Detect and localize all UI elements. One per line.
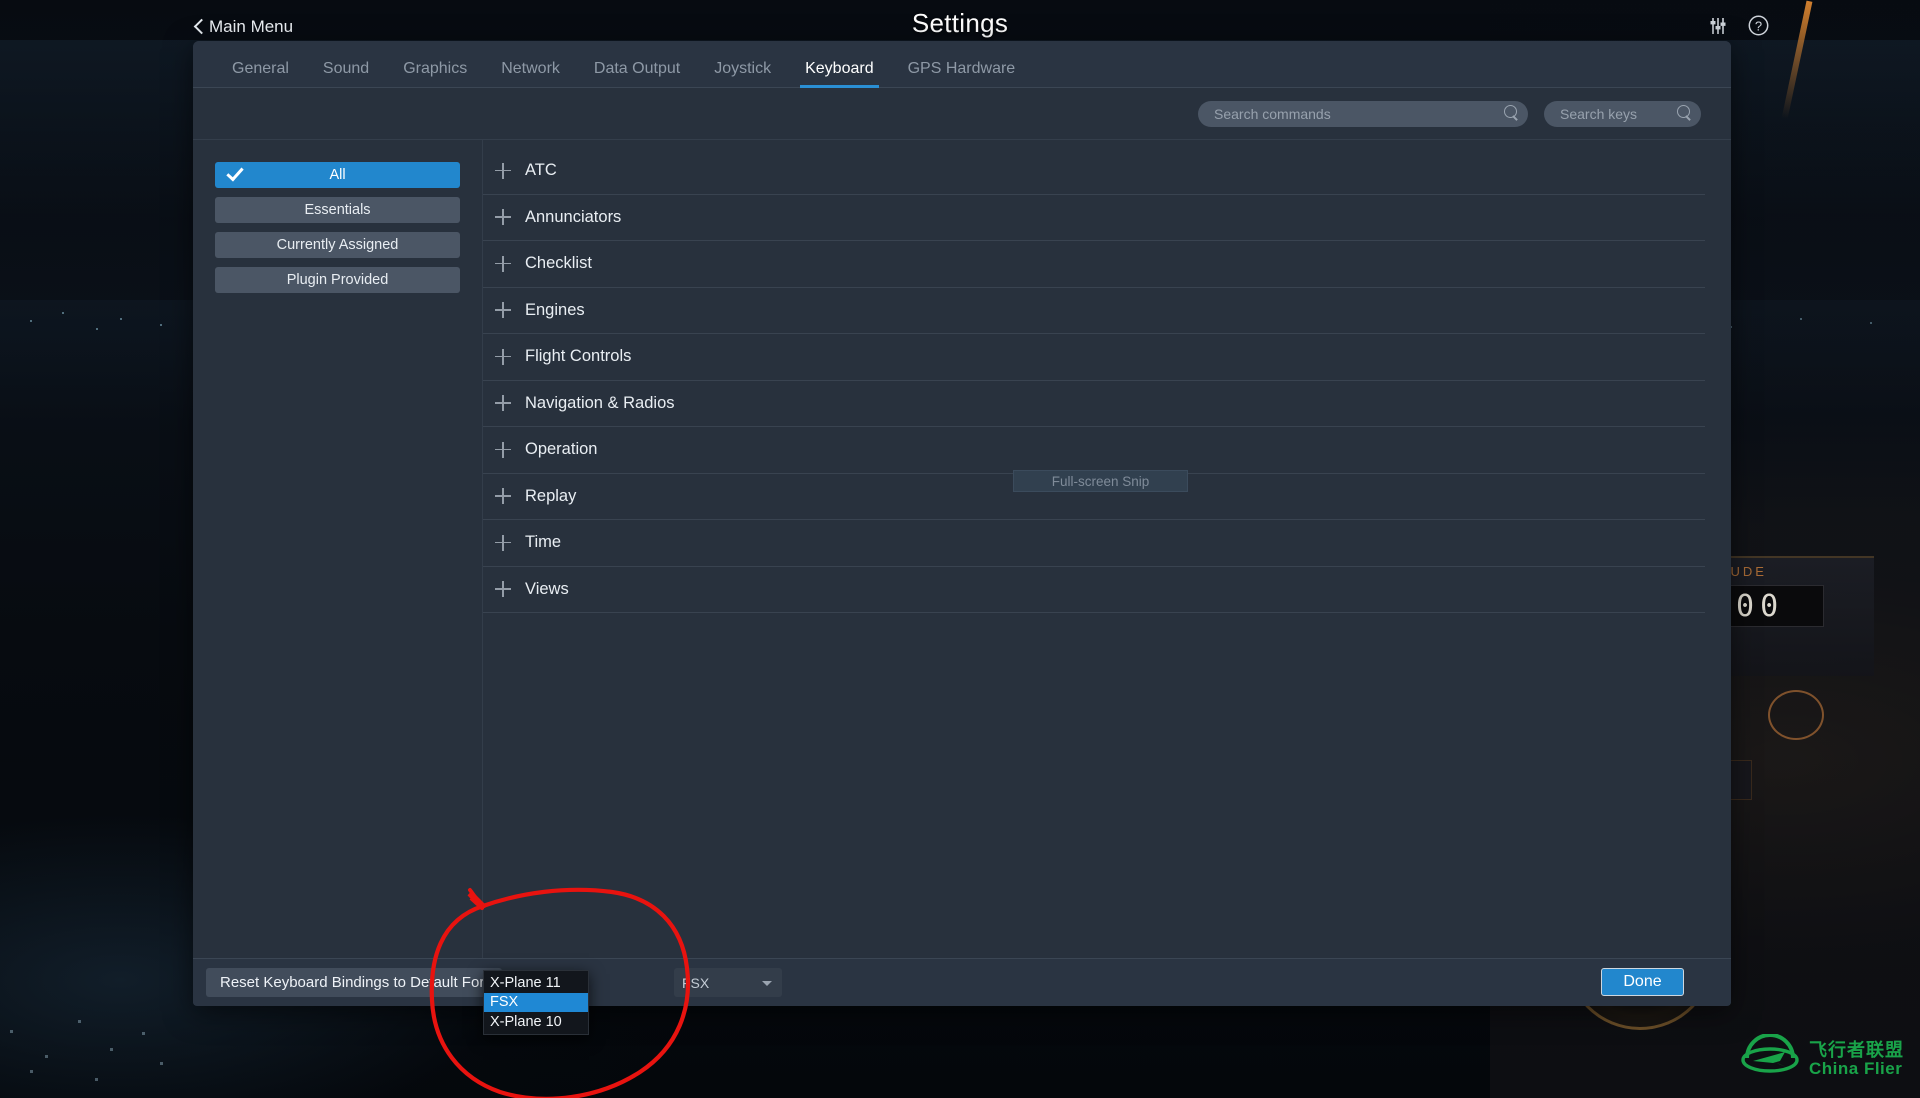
reset-target-value: FSX: [682, 974, 710, 991]
category-row-operation[interactable]: Operation: [483, 427, 1705, 474]
filter-sidebar: All Essentials Currently Assigned Plugin…: [193, 140, 483, 958]
category-label: Flight Controls: [525, 347, 632, 366]
search-keys-input[interactable]: Search keys: [1544, 100, 1701, 127]
category-row-checklist[interactable]: Checklist: [483, 241, 1705, 288]
reset-target-dropdown[interactable]: FSX: [674, 968, 782, 997]
category-row-annunciators[interactable]: Annunciators: [483, 195, 1705, 241]
category-row-time[interactable]: Time: [483, 520, 1705, 567]
chevron-down-icon: [762, 981, 772, 986]
filter-all[interactable]: All: [215, 162, 460, 188]
category-label: Checklist: [525, 254, 592, 273]
command-category-list: ATC Annunciators Checklist Engines Fligh…: [483, 140, 1731, 958]
reset-keyboard-bindings-button[interactable]: Reset Keyboard Bindings to Default For:: [206, 968, 503, 997]
category-row-atc[interactable]: ATC: [483, 148, 1705, 195]
settings-body: All Essentials Currently Assigned Plugin…: [193, 140, 1731, 958]
category-label: ATC: [525, 161, 557, 180]
category-label: Operation: [525, 440, 598, 459]
plus-icon[interactable]: [495, 441, 511, 458]
search-commands-input[interactable]: Search commands: [1198, 100, 1528, 127]
category-label: Navigation & Radios: [525, 393, 675, 412]
watermark-cn: 飞行者联盟: [1809, 1039, 1904, 1060]
category-row-navigation-radios[interactable]: Navigation & Radios: [483, 381, 1705, 427]
category-label: Annunciators: [525, 207, 622, 226]
plus-icon[interactable]: [495, 581, 511, 598]
settings-footer: Reset Keyboard Bindings to Default For: …: [193, 958, 1731, 1005]
category-row-flight-controls[interactable]: Flight Controls: [483, 334, 1705, 381]
dropdown-option-fsx[interactable]: FSX: [484, 992, 588, 1012]
tab-keyboard[interactable]: Keyboard: [788, 60, 891, 88]
help-icon[interactable]: ?: [1747, 14, 1770, 42]
category-label: Replay: [525, 486, 577, 505]
check-icon: [226, 163, 244, 182]
reset-target-dropdown-menu[interactable]: X-Plane 11 FSX X-Plane 10: [483, 970, 589, 1035]
dropdown-option-xplane-10[interactable]: X-Plane 10: [484, 1012, 588, 1032]
tab-data-output[interactable]: Data Output: [577, 60, 697, 87]
filter-essentials[interactable]: Essentials: [215, 197, 460, 223]
search-commands-placeholder: Search commands: [1214, 105, 1331, 122]
tab-joystick[interactable]: Joystick: [697, 60, 788, 87]
category-row-engines[interactable]: Engines: [483, 288, 1705, 334]
filter-plugin-provided-label: Plugin Provided: [286, 272, 389, 288]
secondary-knob: [1768, 690, 1824, 740]
plus-icon[interactable]: [495, 162, 511, 179]
tab-graphics[interactable]: Graphics: [386, 60, 484, 87]
category-label: Views: [525, 579, 569, 598]
plus-icon[interactable]: [495, 209, 511, 226]
watermark: 飞行者联盟 China Flier: [1739, 1034, 1904, 1084]
plus-icon[interactable]: [495, 348, 511, 365]
plus-icon[interactable]: [495, 488, 511, 505]
category-label: Time: [525, 533, 562, 552]
app-root: ALTITUDE 10000 ALT HLD Main Menu Setting…: [0, 0, 1920, 1098]
search-icon: [1676, 105, 1693, 122]
filter-all-label: All: [329, 167, 346, 183]
category-label: Engines: [525, 300, 585, 319]
watermark-en: China Flier: [1809, 1058, 1903, 1078]
filter-currently-assigned[interactable]: Currently Assigned: [215, 232, 460, 258]
china-flier-logo-icon: [1741, 1034, 1799, 1073]
filter-plugin-provided[interactable]: Plugin Provided: [215, 267, 460, 293]
sliders-icon[interactable]: [1707, 15, 1729, 42]
plus-icon[interactable]: [495, 395, 511, 412]
dropdown-option-xplane-11[interactable]: X-Plane 11: [484, 973, 588, 993]
tab-sound[interactable]: Sound: [306, 60, 386, 87]
done-button[interactable]: Done: [1601, 968, 1684, 996]
search-icon: [1503, 105, 1520, 122]
page-title: Settings: [911, 8, 1009, 38]
filter-currently-assigned-label: Currently Assigned: [276, 237, 399, 253]
fullscreen-snip-button[interactable]: Full-screen Snip: [1013, 470, 1188, 492]
search-toolbar: Search commands Search keys: [193, 88, 1731, 140]
settings-panel: General Sound Graphics Network Data Outp…: [193, 41, 1731, 1006]
header-icon-group: ?: [1707, 14, 1770, 42]
plus-icon[interactable]: [495, 255, 511, 272]
tab-general[interactable]: General: [215, 60, 306, 87]
plus-icon[interactable]: [495, 302, 511, 319]
category-row-views[interactable]: Views: [483, 567, 1705, 613]
tab-network[interactable]: Network: [484, 60, 577, 87]
search-keys-placeholder: Search keys: [1560, 105, 1638, 122]
window-header: Main Menu Settings ?: [0, 0, 1920, 46]
tab-gps-hardware[interactable]: GPS Hardware: [891, 60, 1033, 87]
plus-icon[interactable]: [495, 534, 511, 551]
svg-text:?: ?: [1755, 18, 1762, 33]
filter-essentials-label: Essentials: [304, 202, 371, 218]
settings-tabs: General Sound Graphics Network Data Outp…: [193, 41, 1731, 88]
